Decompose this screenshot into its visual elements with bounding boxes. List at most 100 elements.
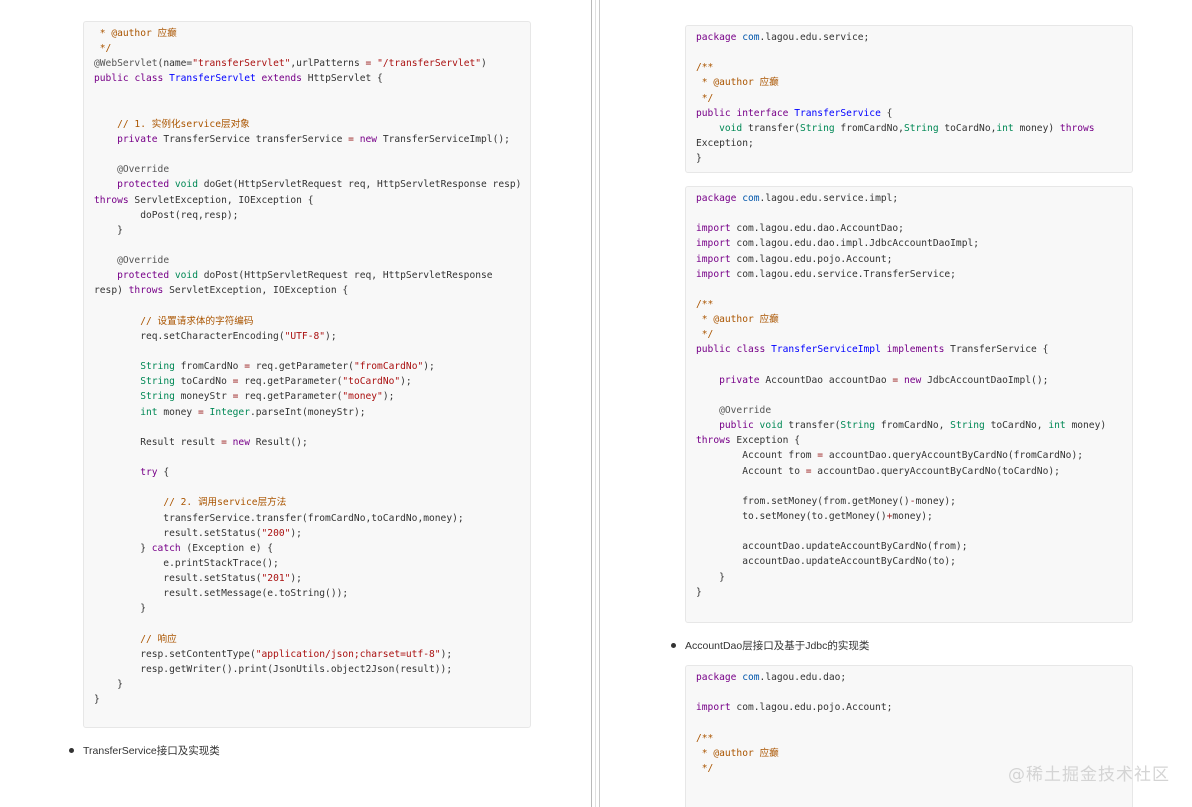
code-token: * @author 应癫 [696,314,779,326]
code-token: ); [290,573,302,585]
code-line: import com.lagou.edu.dao.impl.JdbcAccoun… [696,236,1132,251]
page-divider [591,0,600,807]
code-token: TransferServiceImpl [771,344,881,356]
code-token: accountDao.updateAccountByCardNo(to); [696,556,956,568]
code-token: Account to [696,465,806,477]
code-token: throws [696,435,731,447]
code-token: import [696,223,731,235]
code-token: com [742,672,760,683]
code-token: transferService.transfer(fromCardNo,toCa… [94,512,464,524]
code-line: private AccountDao accountDao = new Jdbc… [696,373,1132,388]
code-line: // 1. 实例化service层对象 [94,117,530,132]
code-token: class [736,344,766,356]
code-token: .lagou.edu.service; [759,32,870,43]
bullet-dot-icon [69,748,74,753]
code-token: e.printStackTrace(); [94,557,279,569]
code-token: interface [736,107,789,119]
code-line: package com.lagou.edu.dao; [696,670,1132,685]
code-line: Result result = new Result(); [94,435,530,450]
code-line: } [94,677,530,692]
code-token: @Override [719,404,772,416]
code-line: } [696,151,1132,166]
code-token: doPost(HttpServletRequest req, HttpServl… [197,270,493,282]
code-token: doGet(HttpServletRequest req, HttpServle… [197,179,522,191]
code-token: transfer( [742,122,800,134]
code-text: package com.lagou.edu.service.impl; impor… [696,191,1132,600]
code-token: "201" [261,573,291,585]
code-line: resp) throws ServletException, IOExcepti… [94,283,530,298]
code-line: Account to = accountDao.queryAccountByCa… [696,464,1132,479]
list-item: TransferService接口及实现类 [69,743,220,758]
code-line: void transfer(String fromCardNo,String t… [696,121,1132,136]
code-token: com [742,32,760,43]
code-line: result.setMessage(e.toString()); [94,586,530,601]
code-line: protected void doPost(HttpServletRequest… [94,268,530,283]
code-token: accountDao.queryAccountByCardNo(fromCard… [823,450,1083,462]
code-token: /** [696,732,714,744]
code-token: new [232,436,250,448]
code-token: accountDao.queryAccountByCardNo(toCardNo… [811,465,1060,477]
code-text: * @author 应癫 */@WebServlet(name="transfe… [94,26,530,707]
code-token: } [696,571,725,583]
code-token: req.setCharacterEncoding( [94,330,285,342]
code-token: com.lagou.edu.pojo.Account; [730,253,893,265]
code-line: * @author 应癫 [696,312,1132,327]
code-line: import com.lagou.edu.dao.AccountDao; [696,221,1132,236]
code-token: req.getParameter( [238,391,343,403]
code-text: package com.lagou.edu.service; /** * @aut… [696,30,1132,166]
code-line: * @author 应癫 [94,26,530,41]
code-token: ) [481,58,487,70]
code-token: req.getParameter( [249,361,354,373]
code-token: * @author 应癫 [696,747,779,759]
code-token: "fromCardNo" [353,361,424,373]
code-line: private TransferService transferService … [94,132,530,147]
bullet-dot-icon [671,643,676,648]
code-token: toCardNo, [938,122,997,134]
code-token: package [696,672,737,683]
code-token: ,urlPatterns [290,58,366,70]
code-token: com.lagou.edu.dao.impl.JdbcAccountDaoImp… [730,238,980,250]
code-token: void [759,420,783,432]
code-token: money) [1065,420,1107,432]
code-token: protected [117,270,170,282]
code-line: req.setCharacterEncoding("UTF-8"); [94,329,530,344]
code-token: */ [94,43,112,55]
code-token: com.lagou.edu.service.TransferService; [730,268,956,280]
code-token: throws [94,194,129,206]
code-token: int [1048,420,1066,432]
code-token: doPost(req,resp); [94,209,239,221]
code-line: try { [94,465,530,480]
code-token: ); [382,391,395,403]
code-line: to.setMoney(to.getMoney()+money); [696,509,1132,524]
left-page: * @author 应癫 */@WebServlet(name="transfe… [0,0,591,807]
code-line: */ [696,91,1132,106]
code-line: * @author 应癫 [696,75,1132,90]
code-token: } [94,603,146,615]
code-token: import [696,268,731,280]
code-token: } [696,586,702,598]
code-token: class [134,73,164,85]
code-line: */ [94,41,530,56]
code-token: toCardNo, [984,420,1049,432]
code-line: protected void doGet(HttpServletRequest … [94,177,530,192]
code-token: "200" [261,527,291,539]
code-token: .lagou.edu.dao; [759,672,847,683]
code-token: @Override [117,255,170,267]
code-line: } [94,223,530,238]
code-token: @WebServlet [94,58,158,70]
code-line: String moneyStr = req.getParameter("mone… [94,389,530,404]
code-token: com [742,193,760,204]
